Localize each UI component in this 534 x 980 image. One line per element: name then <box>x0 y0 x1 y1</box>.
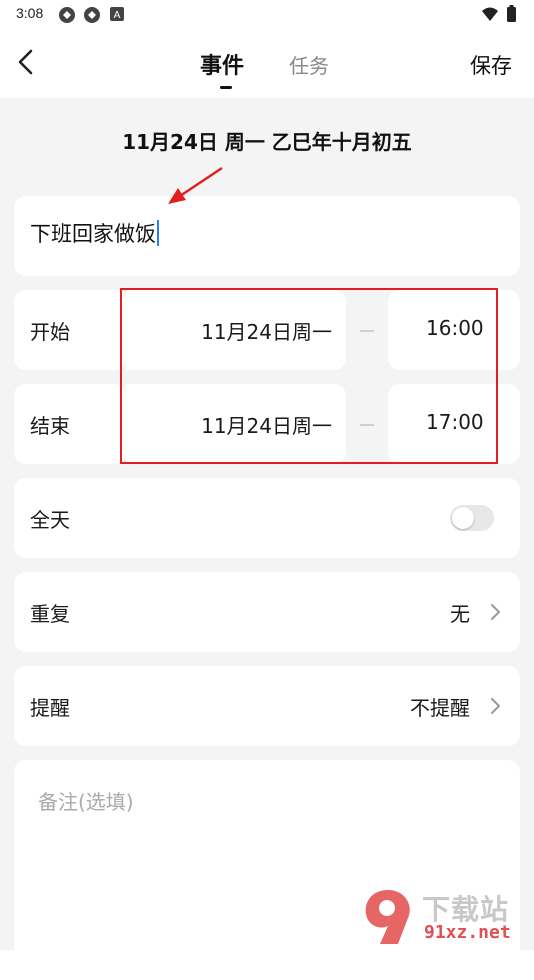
back-arrow-icon[interactable] <box>12 46 40 78</box>
chevron-right-icon <box>491 604 500 620</box>
reminder-row[interactable]: 提醒 不提醒 <box>14 666 520 746</box>
repeat-value: 无 <box>450 602 470 626</box>
svg-text:A: A <box>114 10 121 21</box>
event-form: 11月24日 周一 乙巳年十月初五 下班回家做饭 开始 11月24日周一 16:… <box>0 98 534 980</box>
repeat-row[interactable]: 重复 无 <box>14 572 520 652</box>
all-day-toggle[interactable] <box>450 505 494 531</box>
all-day-label: 全天 <box>30 508 70 532</box>
reminder-value: 不提醒 <box>410 696 470 720</box>
save-button[interactable]: 保存 <box>470 50 512 80</box>
app-icon <box>84 7 100 23</box>
app-icon <box>59 7 75 23</box>
text-cursor <box>157 220 159 246</box>
end-label-card: 结束 <box>14 384 126 464</box>
date-heading: 11月24日 周一 乙巳年十月初五 <box>122 130 412 154</box>
wifi-battery-icon <box>482 5 516 22</box>
tab-event[interactable]: 事件 <box>200 48 244 80</box>
end-label: 结束 <box>30 414 70 438</box>
watermark-url: 91xz.net <box>424 922 511 943</box>
tab-task[interactable]: 任务 <box>289 50 329 79</box>
repeat-label: 重复 <box>30 602 70 626</box>
annotation-highlight-box <box>120 288 498 464</box>
watermark-logo-icon <box>365 890 410 944</box>
title-card[interactable]: 下班回家做饭 <box>14 196 520 276</box>
notification-a-icon: A <box>110 7 124 21</box>
status-bar: 3:08 A <box>0 0 534 30</box>
app-header: 事件 任务 保存 <box>0 30 534 98</box>
status-time: 3:08 <box>16 5 44 21</box>
chevron-right-icon <box>491 698 500 714</box>
all-day-row[interactable]: 全天 <box>14 478 520 558</box>
tab-active-indicator <box>220 86 232 89</box>
note-placeholder: 备注(选填) <box>38 790 134 814</box>
toggle-knob <box>452 507 474 529</box>
event-title-input[interactable]: 下班回家做饭 <box>30 218 159 248</box>
start-label: 开始 <box>30 320 70 344</box>
event-title-text: 下班回家做饭 <box>30 222 156 246</box>
reminder-label: 提醒 <box>30 696 70 720</box>
watermark: 下载站 91xz.net <box>358 886 528 948</box>
start-label-card: 开始 <box>14 290 126 370</box>
